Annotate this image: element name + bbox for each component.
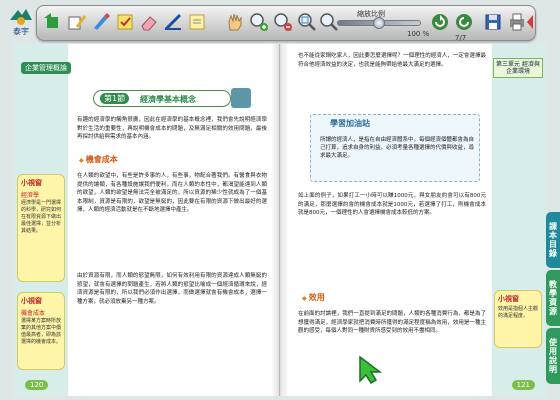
section-badge: 第1節 經濟學基本概念 xyxy=(93,90,231,107)
chapter-tag: 企業管理概論 xyxy=(21,62,71,74)
paragraph-example: 如上面的例子，如果打工一小時可以賺1000元，與女朋友約會可以有800元的滿足，… xyxy=(298,193,486,217)
publisher-logo: 泰宇 xyxy=(6,6,36,36)
left-page: 企業管理概論 第1節 經濟學基本概念 有趣的經濟學的觸角很廣，因此在經濟學的基本… xyxy=(13,44,280,396)
back-icon[interactable] xyxy=(454,12,474,32)
tip-title: 小視窗 xyxy=(498,295,519,303)
book-spine xyxy=(271,44,289,396)
side-tab-label: 課本目錄 xyxy=(548,222,558,258)
book-spread: 企業管理概論 第1節 經濟學基本概念 有趣的經濟學的觸角很廣，因此在經濟學的基本… xyxy=(13,44,547,396)
ruler-icon[interactable] xyxy=(163,12,183,32)
fit-page-icon[interactable] xyxy=(297,12,317,32)
side-tab-contents[interactable]: 課本目錄 xyxy=(546,212,560,268)
study-station-title: 學習加油站 xyxy=(330,119,370,128)
logo-text: 泰宇 xyxy=(13,27,29,36)
save-icon[interactable] xyxy=(483,12,503,32)
tip-box-opportunity-cost: 小視窗 機會成本 選擇某方案時所放棄的其他方案中價值最高者，即為該選擇的機會成本… xyxy=(17,292,65,370)
unit-tag: 第三單元 經濟與企業環境 xyxy=(493,58,543,78)
paragraph-1: 在人類的欲望中，有些是許多事的人，有些事，物配合著我們。有醫食與衣物提供的讓類，… xyxy=(77,173,267,214)
tip-box-economics: 小視窗 經濟學 經濟學是一門選擇的科學，研究如何在有限資源下做出最佳選擇，並分析… xyxy=(17,174,65,282)
tip-subtitle: 機會成本 xyxy=(21,310,46,317)
side-tab-label: 教學資源 xyxy=(548,280,558,316)
side-tab-label: 使用說明 xyxy=(548,338,558,374)
subhead-utility: 效用 xyxy=(302,292,325,303)
tip-box-utility: 小視窗 效用是指個人主觀的滿足程度。 xyxy=(494,290,542,348)
cursor-arrow-icon xyxy=(359,355,383,385)
zoom-slider-knob[interactable] xyxy=(373,17,385,29)
zoom-value: 100 % xyxy=(407,30,430,38)
right-page: 第三單元 經濟與企業環境 也不能從家鍋吃家人，因此要怎麼選擇呢？一個理性的經濟人… xyxy=(280,44,547,396)
pencil-icon[interactable] xyxy=(67,12,87,32)
print-icon[interactable] xyxy=(507,12,527,32)
tip-subtitle: 經濟學 xyxy=(21,192,40,199)
section-deco-icon xyxy=(231,88,251,108)
tip-body: 效用是指個人主觀的滿足程度。 xyxy=(498,306,539,319)
right-page-number: 121 xyxy=(511,380,535,390)
close-tab-icon[interactable] xyxy=(525,12,535,32)
brush-icon[interactable] xyxy=(91,12,111,32)
logo-icon xyxy=(10,9,32,25)
side-tab-resources[interactable]: 教學資源 xyxy=(546,270,560,326)
reader-toolbar: 縮放比例 100 % 7/7 xyxy=(36,5,536,42)
subhead-opportunity-cost: 機會成本 xyxy=(79,154,118,165)
home-arrow-icon[interactable] xyxy=(43,12,63,32)
paragraph-utility: 在前面的討論裡，我們一直提到滿足的問題，人類的各種消費行為，都是為了想獲得滿足，… xyxy=(298,311,486,335)
section-title: 經濟學基本概念 xyxy=(140,95,196,104)
stamp-icon[interactable] xyxy=(115,12,135,32)
left-page-number: 120 xyxy=(25,380,49,390)
side-tab-help[interactable]: 使用說明 xyxy=(546,328,560,384)
zoom-in-icon[interactable] xyxy=(249,12,269,32)
paragraph-top: 也不能從家鍋吃家人，因此要怎麼選擇呢？一個理性的經濟人，一定會選擇最符合他經濟效… xyxy=(298,53,486,68)
tip-title: 小視窗 xyxy=(21,179,42,187)
hand-icon[interactable] xyxy=(225,12,245,32)
tip-body: 選擇某方案時所放棄的其他方案中價值最高者，即為該選擇的機會成本。 xyxy=(21,318,62,345)
page-counter: 7/7 xyxy=(455,34,467,42)
section-number: 第1節 xyxy=(100,93,130,104)
intro-paragraph: 有趣的經濟學的觸角很廣，因此在經濟學的基本概念裡，我們會先說明經濟學對於生活的重… xyxy=(77,117,267,141)
tip-body: 經濟學是一門選擇的科學，研究如何在有限資源下做出最佳選擇，並分析其結果。 xyxy=(21,200,62,234)
zoom-reset-icon[interactable] xyxy=(319,12,339,32)
eraser-icon[interactable] xyxy=(139,12,159,32)
zoom-out-icon[interactable] xyxy=(273,12,293,32)
history-icon[interactable] xyxy=(430,12,450,32)
note-icon[interactable] xyxy=(187,12,207,32)
study-station-body: 所謂的經濟人，是指在自由經濟體系中，每個經濟個體都會為自己打算，追求自身的利益，… xyxy=(320,137,475,159)
tip-title: 小視窗 xyxy=(21,297,42,305)
paragraph-2: 由於資源有限，而人類的慾望無限，如何有效利用有限的資源達成人類無窮的慾望，就會有… xyxy=(77,273,267,305)
